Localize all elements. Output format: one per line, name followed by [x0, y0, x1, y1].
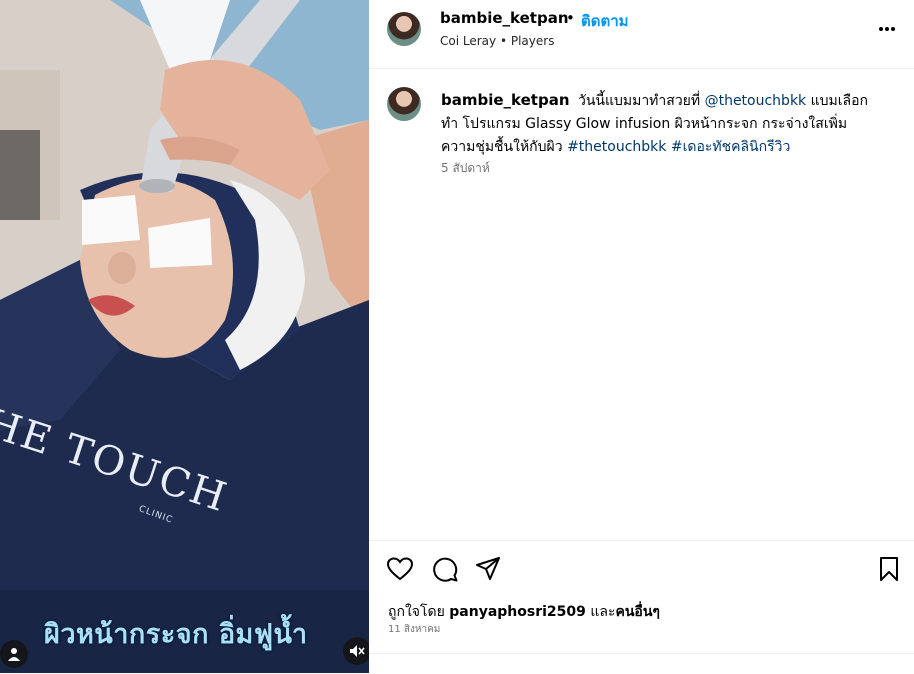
post-header: bambie_ketpan • ติดตาม Coi Leray • Playe… [369, 0, 914, 69]
video-text-overlay: ผิวหน้ากระจก อิ่มฟูน้ำ [44, 619, 308, 650]
music-separator: • [499, 34, 508, 48]
mention-link[interactable]: @thetouchbkk [705, 93, 807, 109]
post-media[interactable]: HE TOUCH CLINIC ผิวหน้ากระจก อิ่มฟูน้ำ [0, 0, 369, 673]
likes-mid: และ [590, 604, 616, 620]
caption-time[interactable]: 5 สัปดาห์ [441, 159, 490, 178]
separator-dot: • [566, 9, 575, 27]
caption-text-1: วันนี้แบมมาทำสวยที่ [577, 93, 701, 109]
follow-button[interactable]: ติดตาม [581, 9, 629, 33]
likes-others-link[interactable]: คนอื่นๆ [615, 604, 659, 620]
paper-plane-icon [476, 557, 500, 580]
likes-summary: ถูกใจโดย panyaphosri2509 และคนอื่นๆ [388, 601, 660, 623]
hashtag-link-1[interactable]: #thetouchbkk [567, 139, 666, 155]
music-artist: Coi Leray [440, 34, 497, 48]
speaker-muted-icon [350, 645, 365, 657]
share-button[interactable] [474, 555, 502, 583]
post-actions: ถูกใจโดย panyaphosri2509 และคนอื่นๆ 11 ส… [369, 540, 914, 674]
liked-by-user[interactable]: panyaphosri2509 [449, 604, 586, 620]
hashtag-link-2[interactable]: #เดอะทัชคลินิกรีวิว [671, 139, 791, 155]
heart-icon [387, 557, 413, 581]
post-sidebar: bambie_ketpan • ติดตาม Coi Leray • Playe… [369, 0, 914, 673]
three-dots-icon [879, 27, 883, 31]
post-date[interactable]: 11 สิงหาคม [388, 622, 440, 637]
divider [369, 653, 914, 654]
author-username[interactable]: bambie_ketpan [440, 9, 569, 27]
bookmark-icon [880, 557, 898, 581]
caption-username[interactable]: bambie_ketpan [441, 91, 570, 109]
tagged-people-button[interactable] [0, 640, 28, 668]
likes-prefix: ถูกใจโดย [388, 604, 445, 620]
like-button[interactable] [386, 555, 414, 583]
speech-bubble-icon [433, 557, 458, 582]
more-options-button[interactable] [876, 18, 898, 40]
comment-button[interactable] [431, 555, 459, 583]
mute-button[interactable] [343, 637, 369, 665]
music-title: Players [510, 34, 555, 48]
caption-author-avatar[interactable] [387, 87, 421, 121]
media-photo [0, 0, 369, 673]
person-icon [8, 648, 20, 661]
caption-text: bambie_ketpan วันนี้แบมมาทำสวยที่ @theto… [441, 89, 881, 159]
music-info[interactable]: Coi Leray • Players [440, 34, 554, 48]
save-button[interactable] [875, 555, 903, 583]
author-avatar[interactable] [387, 12, 421, 46]
